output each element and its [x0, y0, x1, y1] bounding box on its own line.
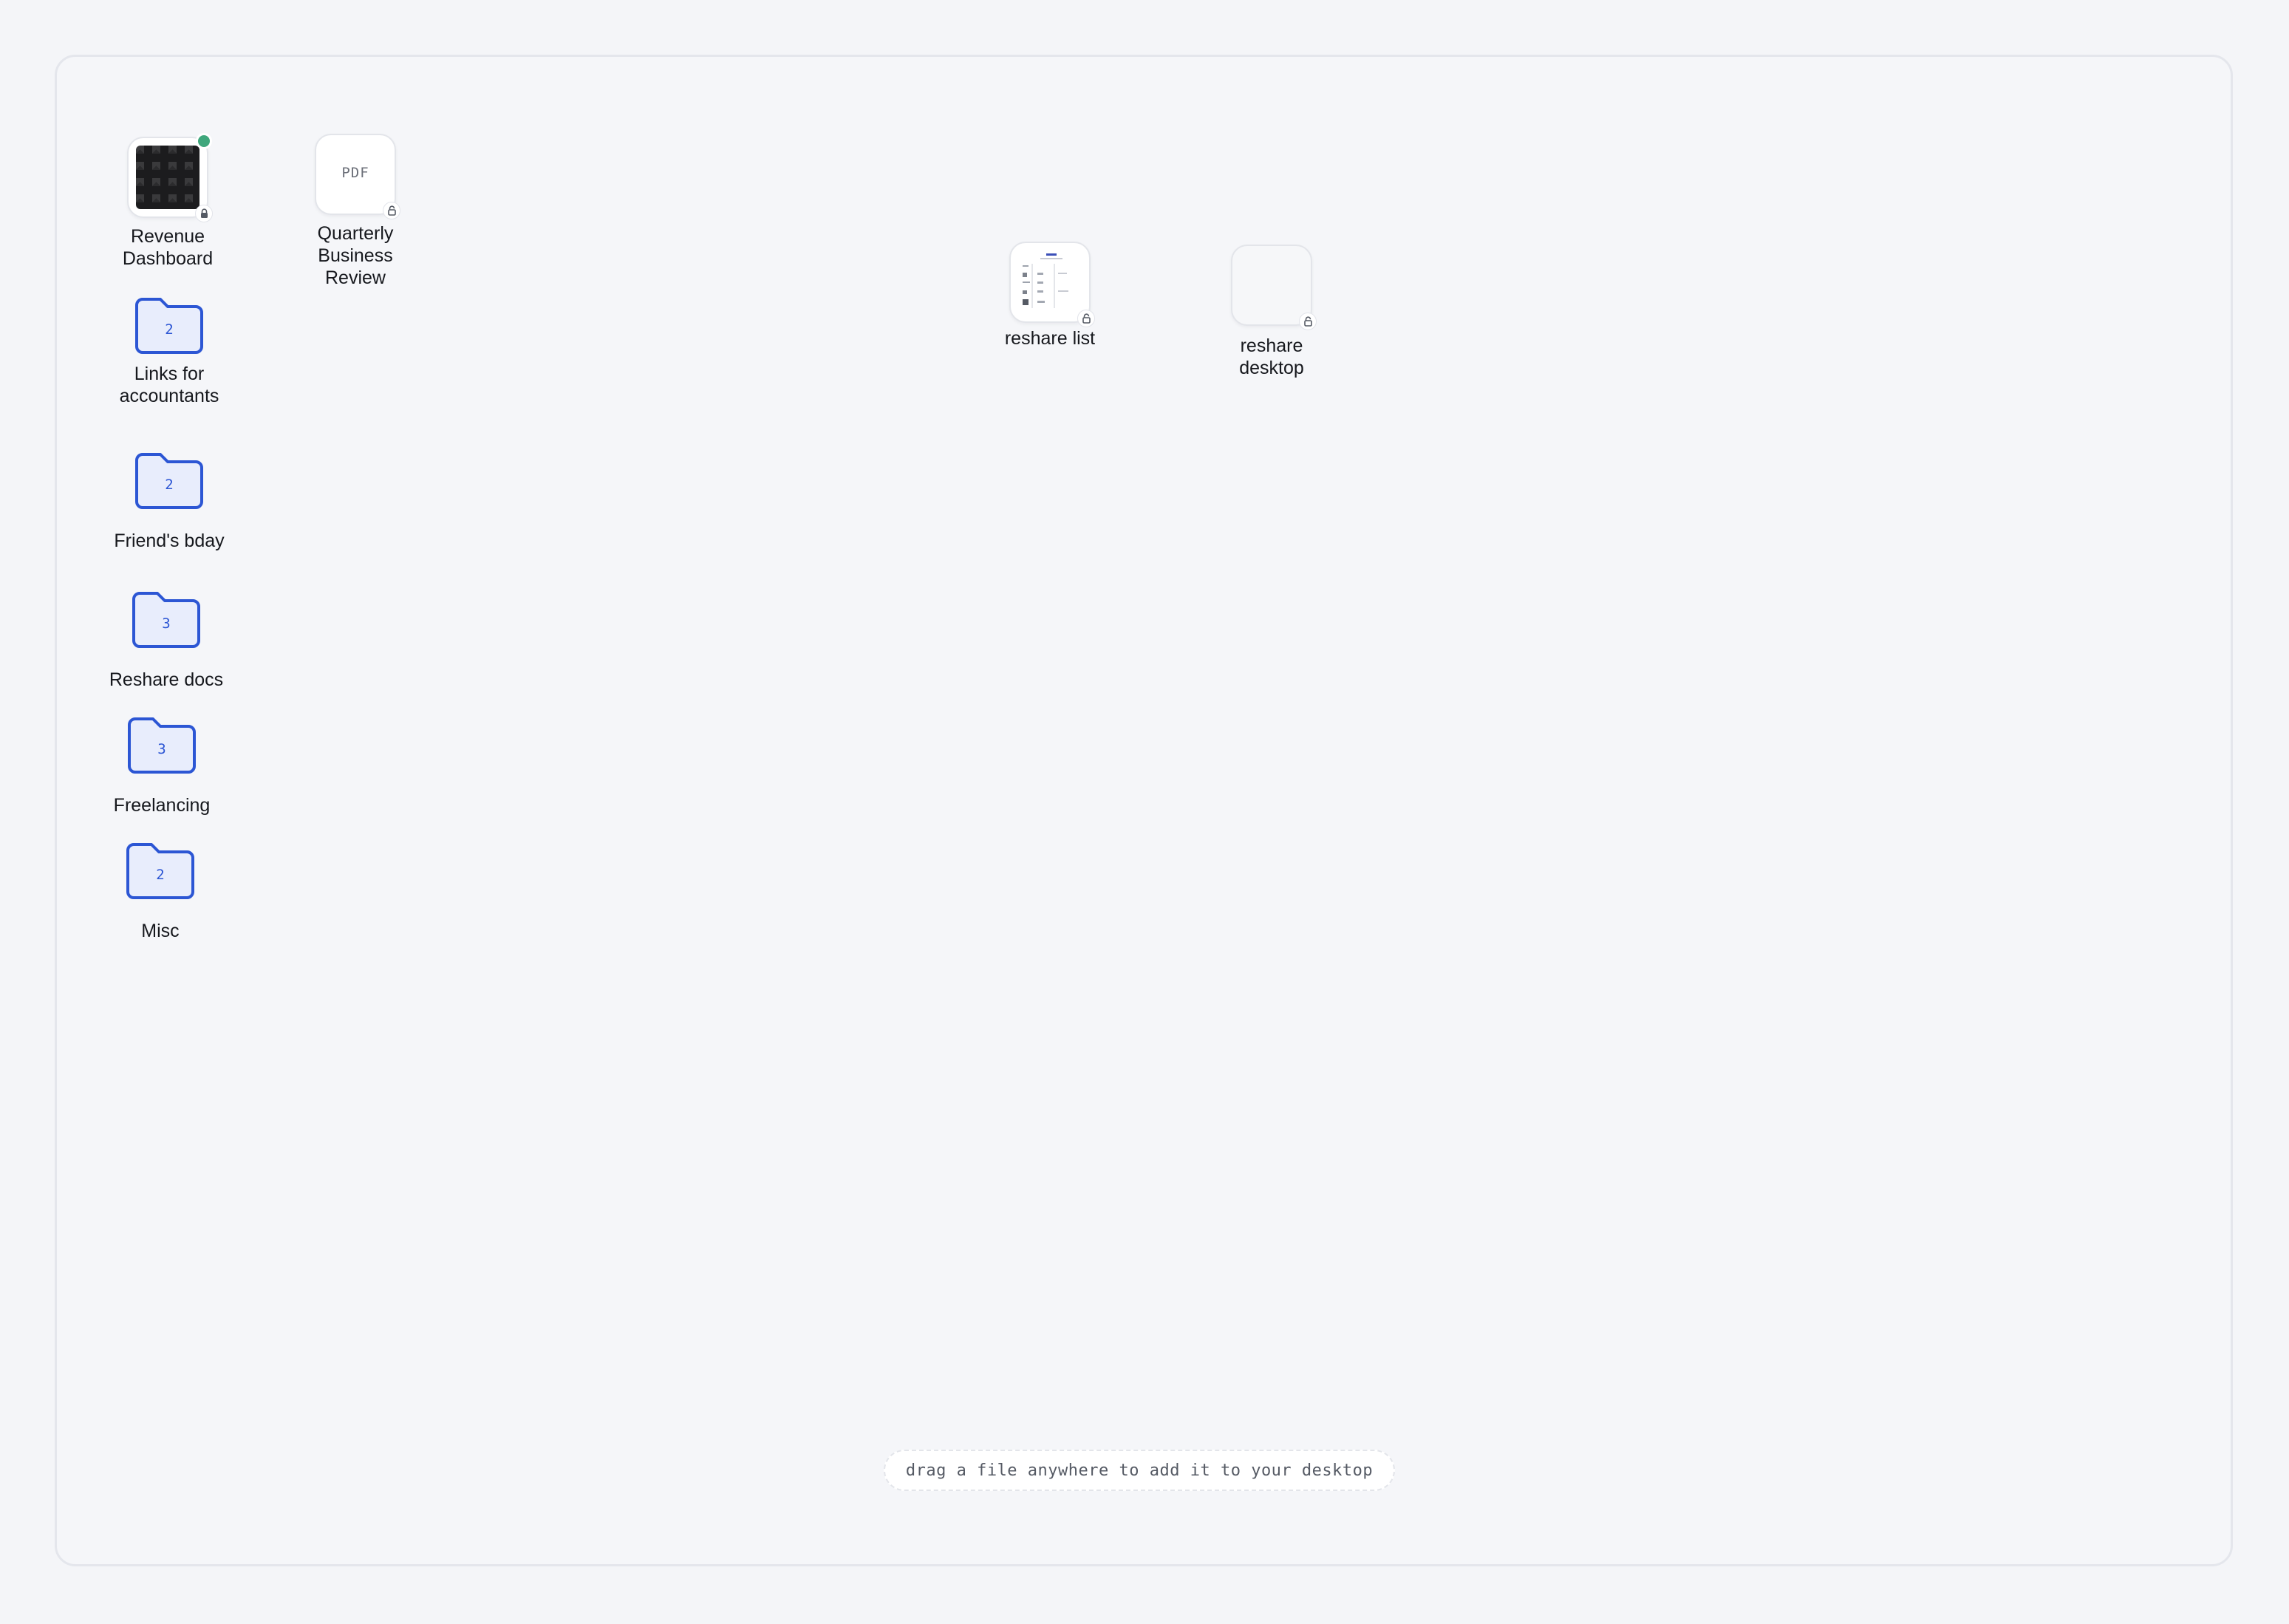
item-label: Freelancing	[113, 795, 211, 816]
desktop-item-folder-misc[interactable]: 2 Misc	[88, 842, 233, 942]
item-label: Misc	[141, 921, 180, 941]
lock-open-icon	[1299, 313, 1317, 330]
folder-count-badge: 3	[157, 741, 166, 757]
image-preview	[136, 146, 199, 209]
desktop-item-revenue-dashboard[interactable]: Revenue Dashboard	[110, 133, 225, 270]
desktop-item-quarterly-business-review[interactable]: PDF Quarterly Business Review	[298, 134, 413, 289]
folder-count-badge: 3	[162, 615, 171, 632]
desktop-item-folder-reshare-docs[interactable]: 3 Reshare docs	[94, 590, 239, 691]
folder-icon: 3	[126, 716, 197, 775]
desktop-area[interactable]: Revenue Dashboard PDF Quarterly Business…	[55, 55, 2233, 1566]
folder-icon: 2	[134, 451, 205, 511]
item-label: Quarterly Business Review	[317, 223, 394, 288]
item-label: Friend's bday	[114, 530, 225, 551]
desktop-item-reshare-desktop[interactable]: reshare desktop	[1214, 245, 1329, 379]
item-label: reshare list	[1004, 328, 1096, 349]
desktop-item-folder-freelancing[interactable]: 3 Freelancing	[89, 716, 234, 816]
item-label: reshare desktop	[1239, 335, 1304, 378]
folder-icon: 3	[131, 590, 202, 649]
image-thumbnail	[127, 133, 213, 222]
item-label: Revenue Dashboard	[122, 226, 214, 269]
folder-icon: 2	[125, 842, 196, 901]
desktop-item-folder-links-for-accountants[interactable]: 2 Links for accountants	[104, 296, 234, 407]
folder-count-badge: 2	[165, 477, 174, 493]
document-thumbnail	[1231, 245, 1317, 330]
item-label: Reshare docs	[109, 669, 224, 690]
desktop-item-folder-friends-bday[interactable]: 2 Friend's bday	[97, 451, 242, 552]
lock-open-icon	[1077, 310, 1095, 327]
folder-count-badge: 2	[165, 321, 174, 338]
online-status-dot	[196, 133, 212, 149]
pdf-badge: PDF	[341, 165, 369, 181]
folder-icon: 2	[134, 296, 205, 355]
lock-open-icon	[383, 202, 400, 219]
desktop-item-reshare-list[interactable]: reshare list	[985, 242, 1115, 349]
lock-closed-icon	[195, 205, 213, 222]
document-thumbnail	[1009, 242, 1095, 327]
folder-count-badge: 2	[156, 867, 165, 883]
document-preview	[1023, 253, 1068, 308]
item-label: Links for accountants	[119, 364, 219, 406]
pdf-thumbnail: PDF	[315, 134, 400, 219]
drop-hint: drag a file anywhere to add it to your d…	[884, 1450, 1395, 1491]
